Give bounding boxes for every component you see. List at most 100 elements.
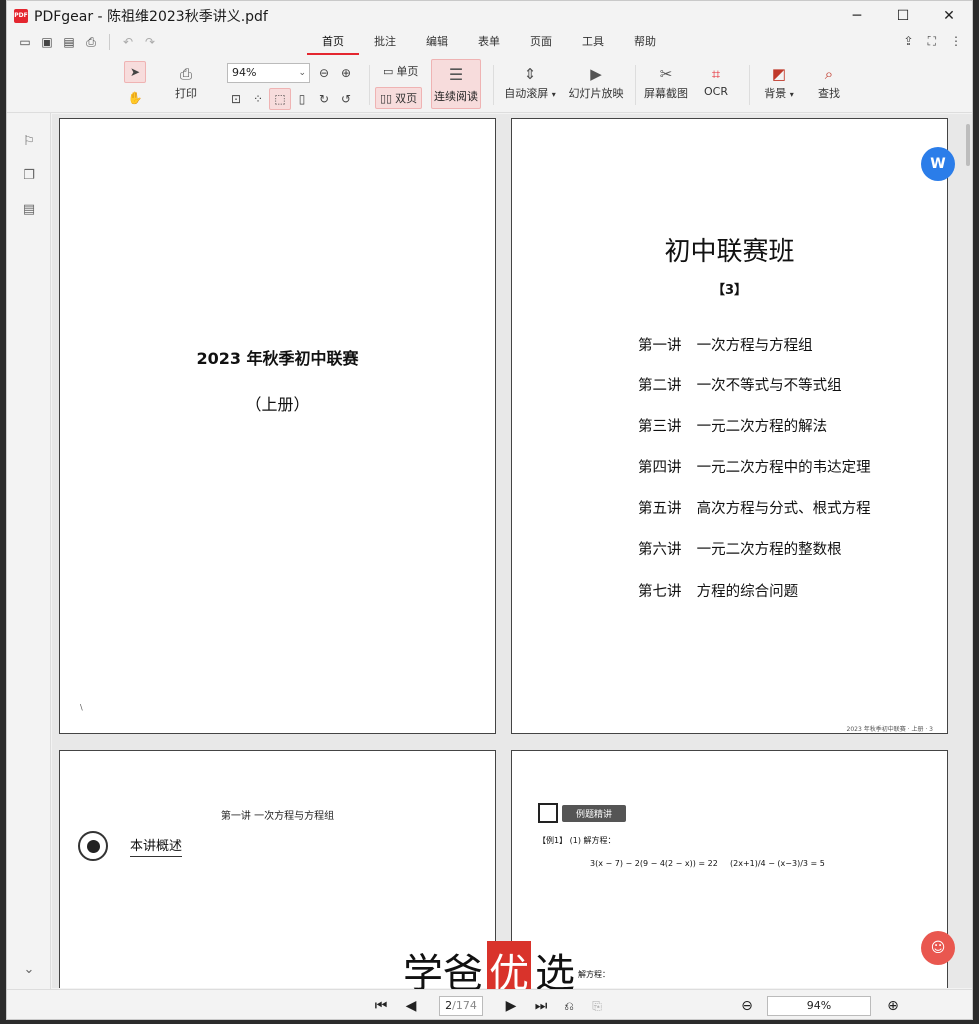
page-number-input[interactable]: 2/174 [439, 996, 483, 1016]
go-forward-icon[interactable]: ⎘ [587, 996, 607, 1016]
double-page-button[interactable]: ▯▯ 双页 [375, 87, 423, 109]
auto-scroll-button[interactable]: ⇕ 自动滚屏 ▾ [503, 63, 557, 101]
toc-item: 第一讲 一次方程与方程组 [638, 334, 813, 355]
find-button[interactable]: ⌕ 查找 [815, 63, 843, 101]
zoom-out-icon[interactable]: ⊖ [737, 996, 757, 1016]
ocr-button[interactable]: ⌗ OCR [699, 63, 733, 98]
toc-topic: 一元二次方程的整数根 [696, 542, 842, 558]
toc-lecture: 第二讲 [638, 378, 682, 394]
undo-icon[interactable]: ↶ [120, 34, 136, 50]
save-icon[interactable]: ▣ [39, 34, 55, 50]
maximize-button[interactable]: ☐ [880, 1, 926, 31]
examples-badge-label: 例题精讲 [562, 804, 627, 822]
tab-help[interactable]: 帮助 [619, 31, 671, 55]
go-back-icon[interactable]: ⎌ [559, 996, 579, 1016]
slideshow-button[interactable]: ▶ 幻灯片放映 [567, 63, 625, 101]
share-icon[interactable]: ⇪ [904, 34, 914, 49]
chevron-down-icon: ▾ [789, 90, 794, 99]
continuous-reading-label: 连续阅读 [434, 90, 478, 103]
minimize-button[interactable]: ─ [834, 1, 880, 31]
tab-form[interactable]: 表单 [463, 31, 515, 55]
examples-badge: 例题精讲 [538, 803, 627, 823]
toc-topic: 一次方程与方程组 [696, 338, 813, 354]
single-page-button[interactable]: ▭ 单页 [383, 63, 418, 79]
ai-assistant-icon[interactable]: ☺ [921, 931, 955, 965]
fullscreen-icon[interactable]: ⛶ [928, 34, 936, 49]
continuous-reading-button[interactable]: ☰ 连续阅读 [431, 59, 481, 109]
print-icon[interactable]: ⎙ [83, 34, 99, 50]
toc-lecture: 第一讲 [638, 338, 682, 354]
single-page-icon: ▭ [383, 64, 394, 78]
example-1-part2: 解方程： [578, 970, 610, 979]
status-bar: ⏮ ◀ 2/174 ▶ ⏭ ⎌ ⎘ ⊖ 94% ⊕ [7, 989, 972, 1019]
zoom-select[interactable]: 94% ⌄ [227, 63, 310, 83]
equation-b: (2x+1)/4 − (x−3)/3 = 5 [730, 859, 825, 868]
first-page-icon[interactable]: ⏮ [371, 996, 391, 1016]
previous-page-icon[interactable]: ◀ [401, 996, 421, 1016]
comments-icon[interactable]: ▤ [21, 201, 37, 217]
bookmark-icon[interactable]: ⚐ [21, 133, 37, 149]
auto-scroll-icon: ⇕ [523, 65, 537, 83]
next-page-icon[interactable]: ▶ [501, 996, 521, 1016]
zoom-level-field[interactable]: 94% [767, 996, 871, 1016]
collapse-chevron-icon[interactable]: ⌄ [21, 961, 37, 977]
rotate-left-icon[interactable]: ↺ [335, 88, 357, 110]
window-title: PDFgear - 陈祖维2023秋季讲义.pdf [34, 9, 268, 25]
vertical-scrollbar-thumb[interactable] [966, 124, 970, 166]
pdf-page-toc: 初中联赛班 【3】 第一讲 一次方程与方程组 第二讲 一次不等式与不等式组 第三… [511, 118, 948, 734]
actual-size-icon[interactable]: ⊡ [225, 88, 247, 110]
rotate-right-icon[interactable]: ↻ [313, 88, 335, 110]
zoom-out-icon[interactable]: ⊖ [313, 62, 335, 84]
toc-topic: 一元二次方程中的韦达定理 [696, 460, 871, 476]
toc-title: 初中联赛班 [664, 237, 795, 267]
fit-width-icon[interactable]: ⬚ [269, 88, 291, 110]
zoom-in-icon[interactable]: ⊕ [883, 996, 903, 1016]
slideshow-label: 幻灯片放映 [568, 87, 624, 100]
overview-heading: 本讲概述 [78, 831, 183, 861]
tab-annotate[interactable]: 批注 [359, 31, 411, 55]
screenshot-button[interactable]: ✂ 屏幕截图 [643, 63, 689, 101]
redo-icon[interactable]: ↷ [142, 34, 158, 50]
tab-edit[interactable]: 编辑 [411, 31, 463, 55]
cover-subtitle: （上册） [245, 395, 310, 414]
fit-page-icon[interactable]: ⁘ [247, 88, 269, 110]
menu-bar: ▭ ▣ ▤ ⎙ ↶ ↷ 首页 批注 编辑 表单 页面 工具 帮助 ⇪ ⛶ ⋮ [7, 31, 972, 55]
fit-height-icon[interactable]: ▯ [291, 88, 313, 110]
left-sidebar: ⚐ ❐ ▤ ⌄ [7, 113, 51, 989]
print-button[interactable]: ⎙ 打印 [173, 63, 199, 101]
open-folder-icon[interactable]: ▭ [17, 34, 33, 50]
app-window: PDF PDFgear - 陈祖维2023秋季讲义.pdf ─ ☐ ✕ ▭ ▣ … [6, 0, 973, 1020]
tab-page[interactable]: 页面 [515, 31, 567, 55]
close-button[interactable]: ✕ [926, 1, 972, 31]
toc-lecture: 第四讲 [638, 460, 682, 476]
hand-tool-icon[interactable]: ✋ [124, 87, 146, 109]
toc-item: 第三讲 一元二次方程的解法 [638, 415, 827, 436]
last-page-icon[interactable]: ⏭ [531, 996, 551, 1016]
tab-home[interactable]: 首页 [307, 31, 359, 55]
slideshow-icon: ▶ [590, 65, 602, 83]
double-page-icon: ▯▯ [380, 91, 393, 105]
thumbnails-icon[interactable]: ❐ [21, 167, 37, 183]
single-page-label: 单页 [396, 65, 419, 78]
background-button[interactable]: ◩ 背景 ▾ [759, 63, 799, 101]
tab-tools[interactable]: 工具 [567, 31, 619, 55]
document-viewer[interactable]: 2023 年秋季初中联赛 （上册） \ 初中联赛班 【3】 第一讲 一次方程与方… [52, 114, 972, 988]
total-pages: /174 [452, 999, 477, 1012]
toc-lecture: 第三讲 [638, 419, 682, 435]
divider [369, 65, 370, 105]
cover-title: 2023 年秋季初中联赛 [196, 349, 359, 368]
save-as-icon[interactable]: ▤ [61, 34, 77, 50]
divider [493, 65, 494, 105]
more-icon[interactable]: ⋮ [950, 34, 962, 49]
divider [635, 65, 636, 105]
print-label: 打印 [175, 87, 197, 100]
title-bar: PDF PDFgear - 陈祖维2023秋季讲义.pdf ─ ☐ ✕ [7, 1, 972, 31]
toc-lecture: 第六讲 [638, 542, 682, 558]
convert-to-word-icon[interactable]: W [921, 147, 955, 181]
select-tool-icon[interactable]: ➤ [124, 61, 146, 83]
toc-volume-number: 【3】 [711, 283, 748, 298]
zoom-in-icon[interactable]: ⊕ [335, 62, 357, 84]
example-1-label: 【例1】 (1) 解方程： [538, 836, 616, 845]
toc-item: 第二讲 一次不等式与不等式组 [638, 374, 842, 395]
background-icon: ◩ [771, 65, 787, 83]
